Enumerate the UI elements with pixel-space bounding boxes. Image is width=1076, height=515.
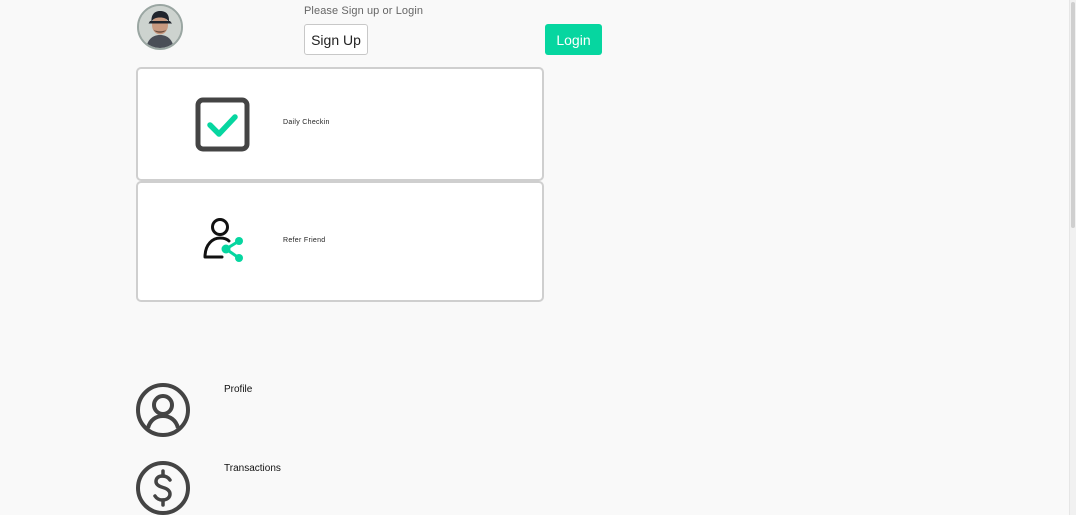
login-prompt: Please Sign up or Login [304,5,424,17]
user-circle-icon[interactable] [135,382,191,443]
profile-link[interactable]: Profile [224,384,252,395]
avatar[interactable] [137,4,183,50]
dollar-circle-icon[interactable] [135,460,191,515]
refer-friend-label: Refer Friend [283,237,326,244]
transactions-link[interactable]: Transactions [224,463,281,474]
daily-checkin-label: Daily Checkin [283,119,330,126]
scrollbar-thumb[interactable] [1071,2,1075,228]
user-share-icon [201,217,251,272]
sign-up-button[interactable]: Sign Up [304,24,368,55]
checkbox-checked-icon [195,97,250,157]
page: Please Sign up or Login Sign Up Login Da… [0,0,1076,515]
login-button[interactable]: Login [545,24,602,55]
refer-friend-card[interactable]: Refer Friend [136,181,544,302]
daily-checkin-card[interactable]: Daily Checkin [136,67,544,181]
avatar-photo [139,6,181,48]
scrollbar[interactable] [1069,0,1076,515]
